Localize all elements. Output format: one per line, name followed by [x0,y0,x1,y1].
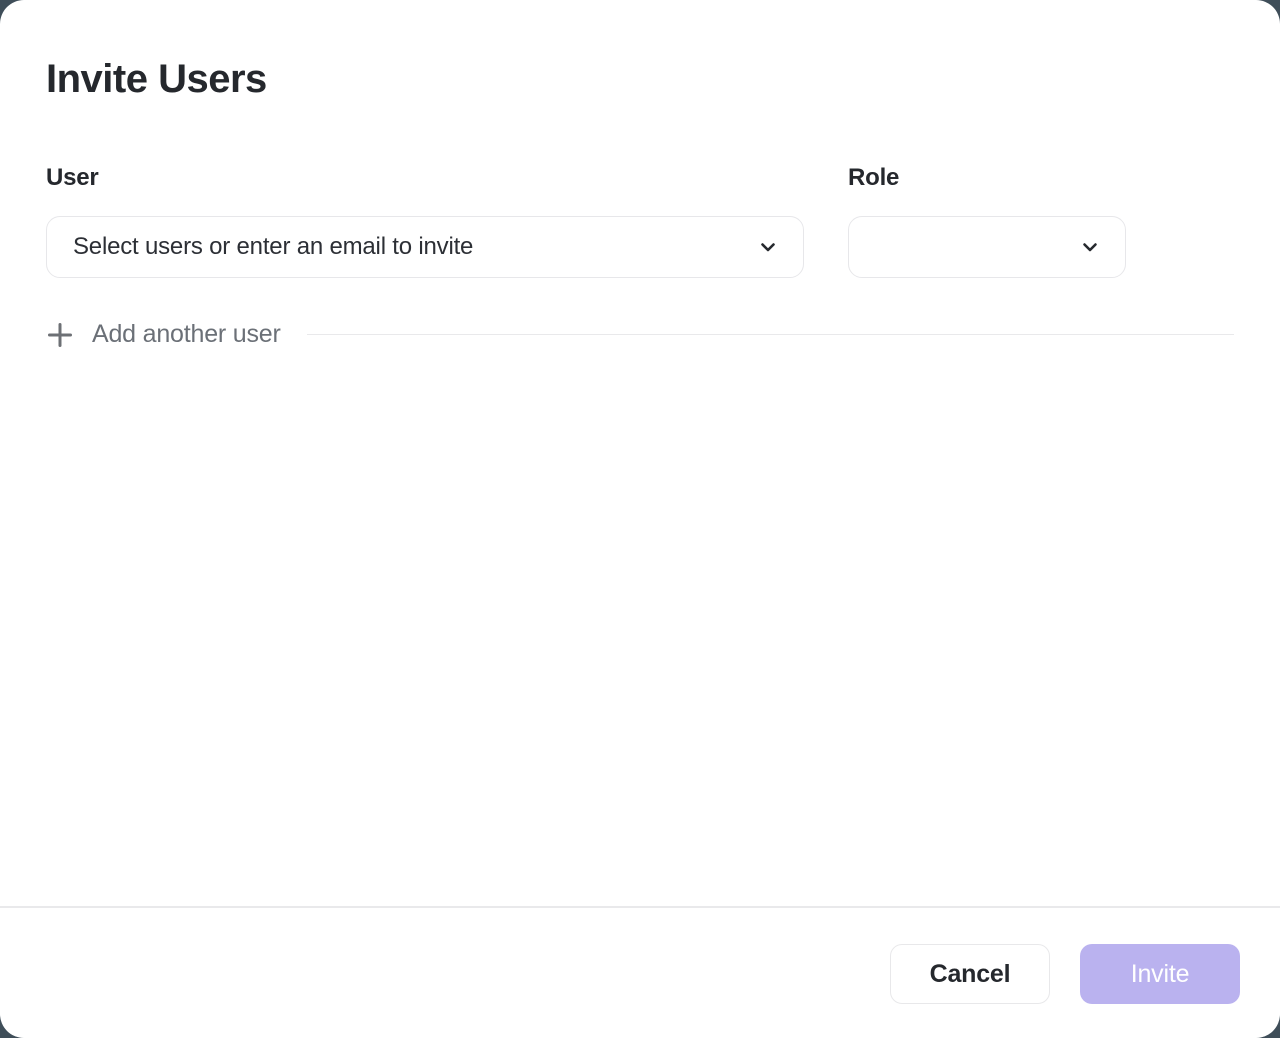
role-field-group: Role [848,164,1126,278]
user-select[interactable]: Select users or enter an email to invite [46,216,804,278]
page-title: Invite Users [46,56,1234,102]
chevron-down-icon [757,236,779,258]
role-field-label: Role [848,164,1126,192]
empty-spacer [46,349,1234,906]
role-select[interactable] [848,216,1126,278]
chevron-down-icon [1079,236,1101,258]
add-another-user-button[interactable]: Add another user [46,320,281,349]
cancel-button[interactable]: Cancel [890,944,1050,1004]
add-another-user-label: Add another user [92,320,281,349]
plus-icon [46,321,74,349]
invite-button[interactable]: Invite [1080,944,1240,1004]
dialog-body: Invite Users User Select users or enter … [0,0,1280,906]
add-user-row: Add another user [46,320,1234,349]
user-field-label: User [46,164,804,192]
invite-users-dialog: Invite Users User Select users or enter … [0,0,1280,1038]
user-select-placeholder: Select users or enter an email to invite [73,233,473,261]
invite-fields-row: User Select users or enter an email to i… [46,164,1234,278]
user-field-group: User Select users or enter an email to i… [46,164,804,278]
dialog-footer: Cancel Invite [0,906,1280,1038]
horizontal-rule [307,334,1234,335]
